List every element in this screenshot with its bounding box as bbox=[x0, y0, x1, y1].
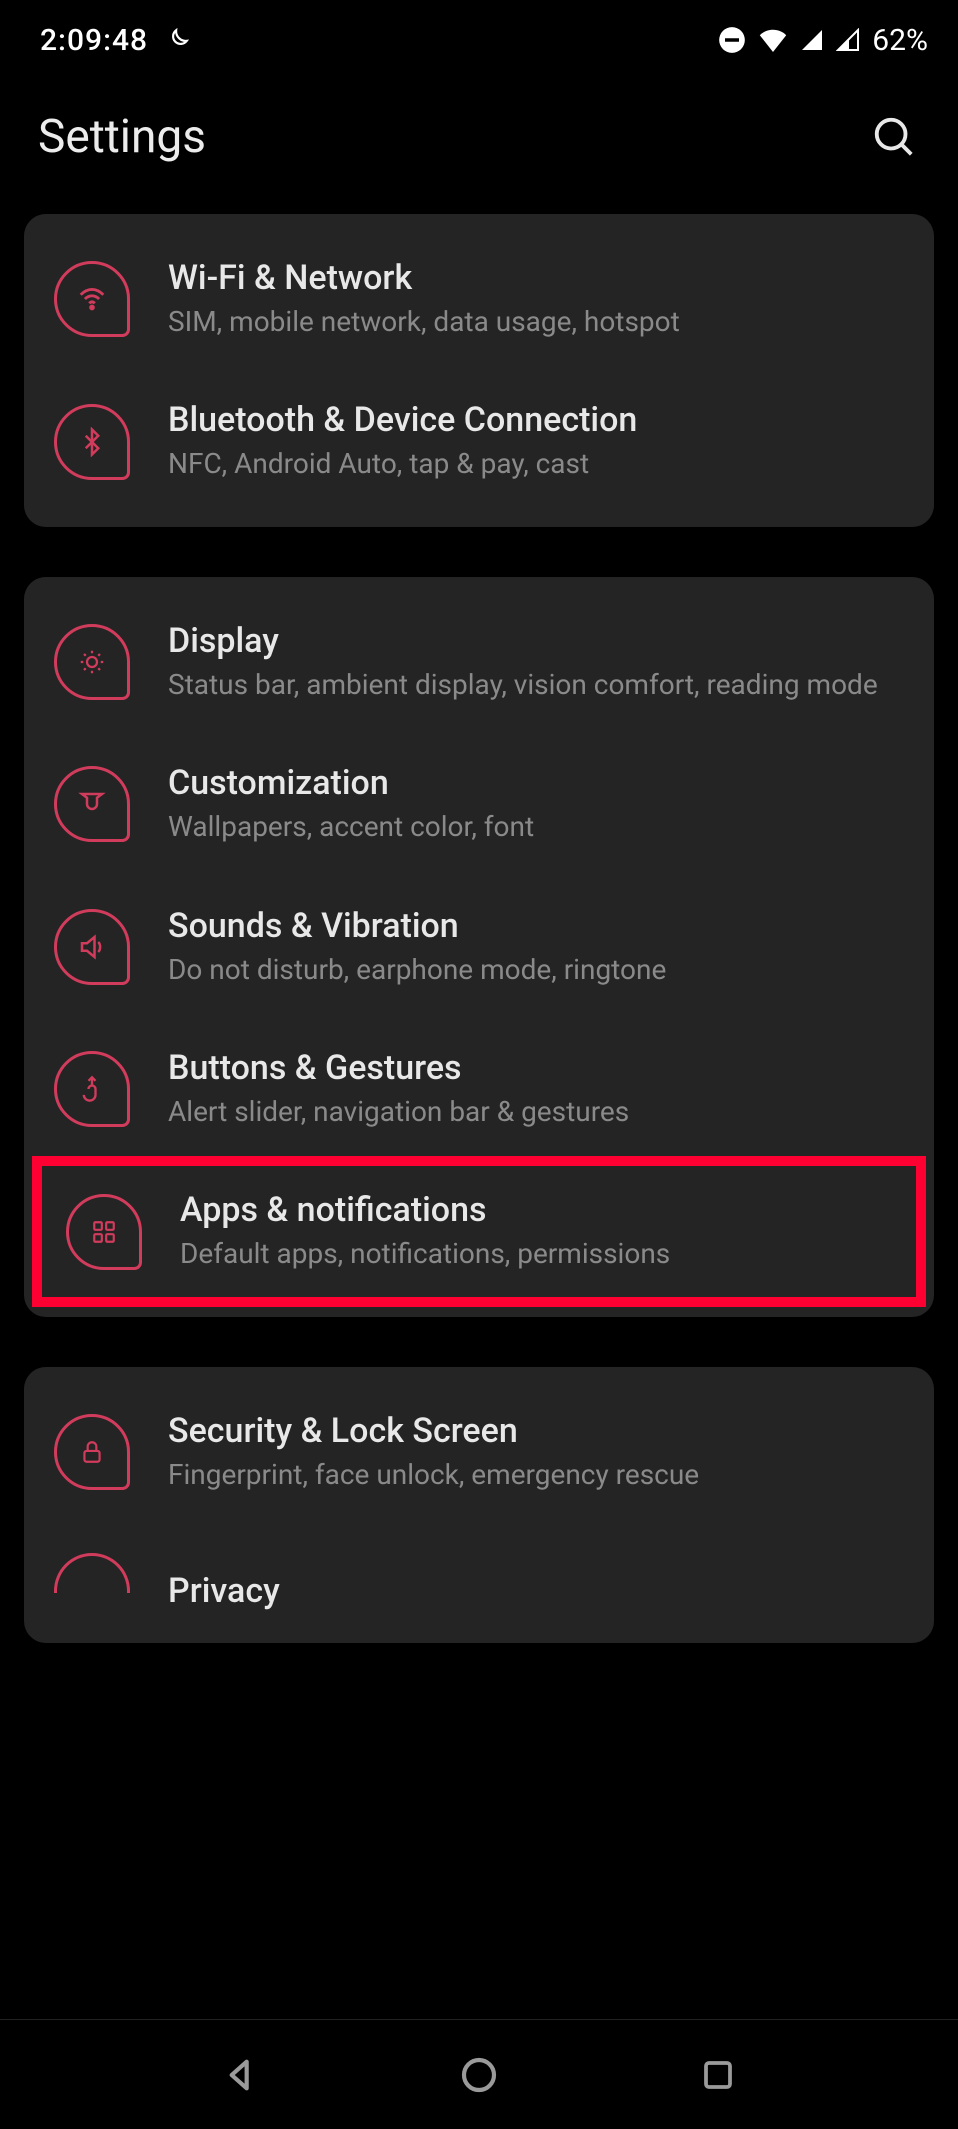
row-title: Apps & notifications bbox=[180, 1190, 892, 1230]
row-title: Sounds & Vibration bbox=[168, 906, 904, 946]
bluetooth-icon bbox=[54, 404, 130, 480]
settings-row-apps[interactable]: Apps & notifications Default apps, notif… bbox=[36, 1160, 922, 1302]
row-title: Display bbox=[168, 621, 904, 661]
signal2-icon bbox=[836, 28, 860, 52]
display-icon bbox=[54, 624, 130, 700]
settings-row-bluetooth[interactable]: Bluetooth & Device Connection NFC, Andro… bbox=[24, 370, 934, 512]
row-title: Bluetooth & Device Connection bbox=[168, 400, 904, 440]
navigation-bar bbox=[0, 2019, 958, 2129]
signal-icon bbox=[800, 28, 824, 52]
row-subtitle: Default apps, notifications, permissions bbox=[180, 1236, 892, 1272]
status-battery: 62% bbox=[872, 23, 928, 58]
status-time: 2:09:48 bbox=[40, 23, 148, 58]
customization-icon bbox=[54, 766, 130, 842]
search-button[interactable] bbox=[868, 111, 920, 163]
settings-row-display[interactable]: Display Status bar, ambient display, vis… bbox=[24, 591, 934, 733]
sound-icon bbox=[54, 909, 130, 985]
status-bar: 2:09:48 62% bbox=[0, 0, 958, 70]
wifi-status-icon bbox=[758, 28, 788, 52]
row-subtitle: Wallpapers, accent color, font bbox=[168, 809, 904, 845]
row-title: Security & Lock Screen bbox=[168, 1411, 904, 1451]
row-subtitle: SIM, mobile network, data usage, hotspot bbox=[168, 304, 904, 340]
row-title: Wi-Fi & Network bbox=[168, 258, 904, 298]
wifi-icon bbox=[54, 261, 130, 337]
back-button[interactable] bbox=[210, 2045, 270, 2105]
row-subtitle: Status bar, ambient display, vision comf… bbox=[168, 667, 904, 703]
row-subtitle: Fingerprint, face unlock, emergency resc… bbox=[168, 1457, 904, 1493]
settings-list: Wi-Fi & Network SIM, mobile network, dat… bbox=[0, 214, 958, 1643]
settings-row-buttons[interactable]: Buttons & Gestures Alert slider, navigat… bbox=[24, 1018, 934, 1160]
row-subtitle: NFC, Android Auto, tap & pay, cast bbox=[168, 446, 904, 482]
settings-group: Security & Lock Screen Fingerprint, face… bbox=[24, 1367, 934, 1643]
row-title: Privacy bbox=[168, 1571, 904, 1611]
row-subtitle: Alert slider, navigation bar & gestures bbox=[168, 1094, 904, 1130]
apps-icon bbox=[66, 1194, 142, 1270]
bedtime-icon bbox=[164, 27, 190, 53]
page-title: Settings bbox=[38, 110, 206, 164]
lock-icon bbox=[54, 1414, 130, 1490]
gestures-icon bbox=[54, 1051, 130, 1127]
dnd-icon bbox=[718, 26, 746, 54]
settings-row-security[interactable]: Security & Lock Screen Fingerprint, face… bbox=[24, 1381, 934, 1523]
settings-row-privacy[interactable]: Privacy bbox=[24, 1523, 934, 1629]
header: Settings bbox=[0, 70, 958, 214]
row-title: Customization bbox=[168, 763, 904, 803]
home-button[interactable] bbox=[449, 2045, 509, 2105]
settings-row-wifi[interactable]: Wi-Fi & Network SIM, mobile network, dat… bbox=[24, 228, 934, 370]
settings-row-customization[interactable]: Customization Wallpapers, accent color, … bbox=[24, 733, 934, 875]
settings-group: Wi-Fi & Network SIM, mobile network, dat… bbox=[24, 214, 934, 527]
settings-row-sounds[interactable]: Sounds & Vibration Do not disturb, earph… bbox=[24, 876, 934, 1018]
recents-button[interactable] bbox=[688, 2045, 748, 2105]
settings-group: Display Status bar, ambient display, vis… bbox=[24, 577, 934, 1317]
row-title: Buttons & Gestures bbox=[168, 1048, 904, 1088]
row-subtitle: Do not disturb, earphone mode, ringtone bbox=[168, 952, 904, 988]
privacy-icon bbox=[54, 1553, 130, 1629]
